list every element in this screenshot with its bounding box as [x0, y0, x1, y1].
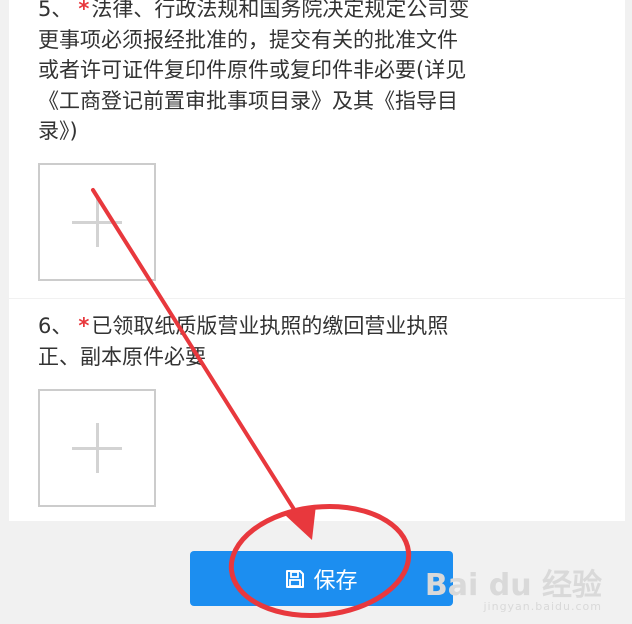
- item-5-title: 5、 *法律、行政法规和国务院决定规定公司变更事项必须报经批准的，提交有关的批准文…: [38, 0, 478, 147]
- item-5-upload-button[interactable]: [38, 163, 156, 281]
- form-item-6: 6、 *已领取纸质版营业执照的缴回营业执照正、副本原件必要: [9, 299, 625, 521]
- save-icon: [286, 569, 305, 588]
- item-6-title: 6、 *已领取纸质版营业执照的缴回营业执照正、副本原件必要: [38, 311, 478, 372]
- item-6-upload-button[interactable]: [38, 389, 156, 507]
- item-5-text: 法律、行政法规和国务院决定规定公司变更事项必须报经批准的，提交有关的批准文件或者…: [38, 0, 470, 143]
- item-6-number: 6、: [38, 314, 73, 338]
- form-item-5: 5、 *法律、行政法规和国务院决定规定公司变更事项必须报经批准的，提交有关的批准文…: [9, 0, 625, 298]
- item-5-number: 5、: [38, 0, 73, 21]
- required-asterisk: *: [78, 314, 90, 338]
- save-button[interactable]: 保存: [190, 551, 453, 606]
- item-6-text: 已领取纸质版营业执照的缴回营业执照正、副本原件必要: [38, 314, 449, 369]
- watermark-logo: Bai du 经验: [424, 568, 602, 603]
- baidu-jingyan-watermark: Bai du 经验 jingyan.baidu.com: [425, 560, 602, 613]
- save-button-label: 保存: [313, 568, 358, 594]
- required-asterisk: *: [78, 0, 90, 21]
